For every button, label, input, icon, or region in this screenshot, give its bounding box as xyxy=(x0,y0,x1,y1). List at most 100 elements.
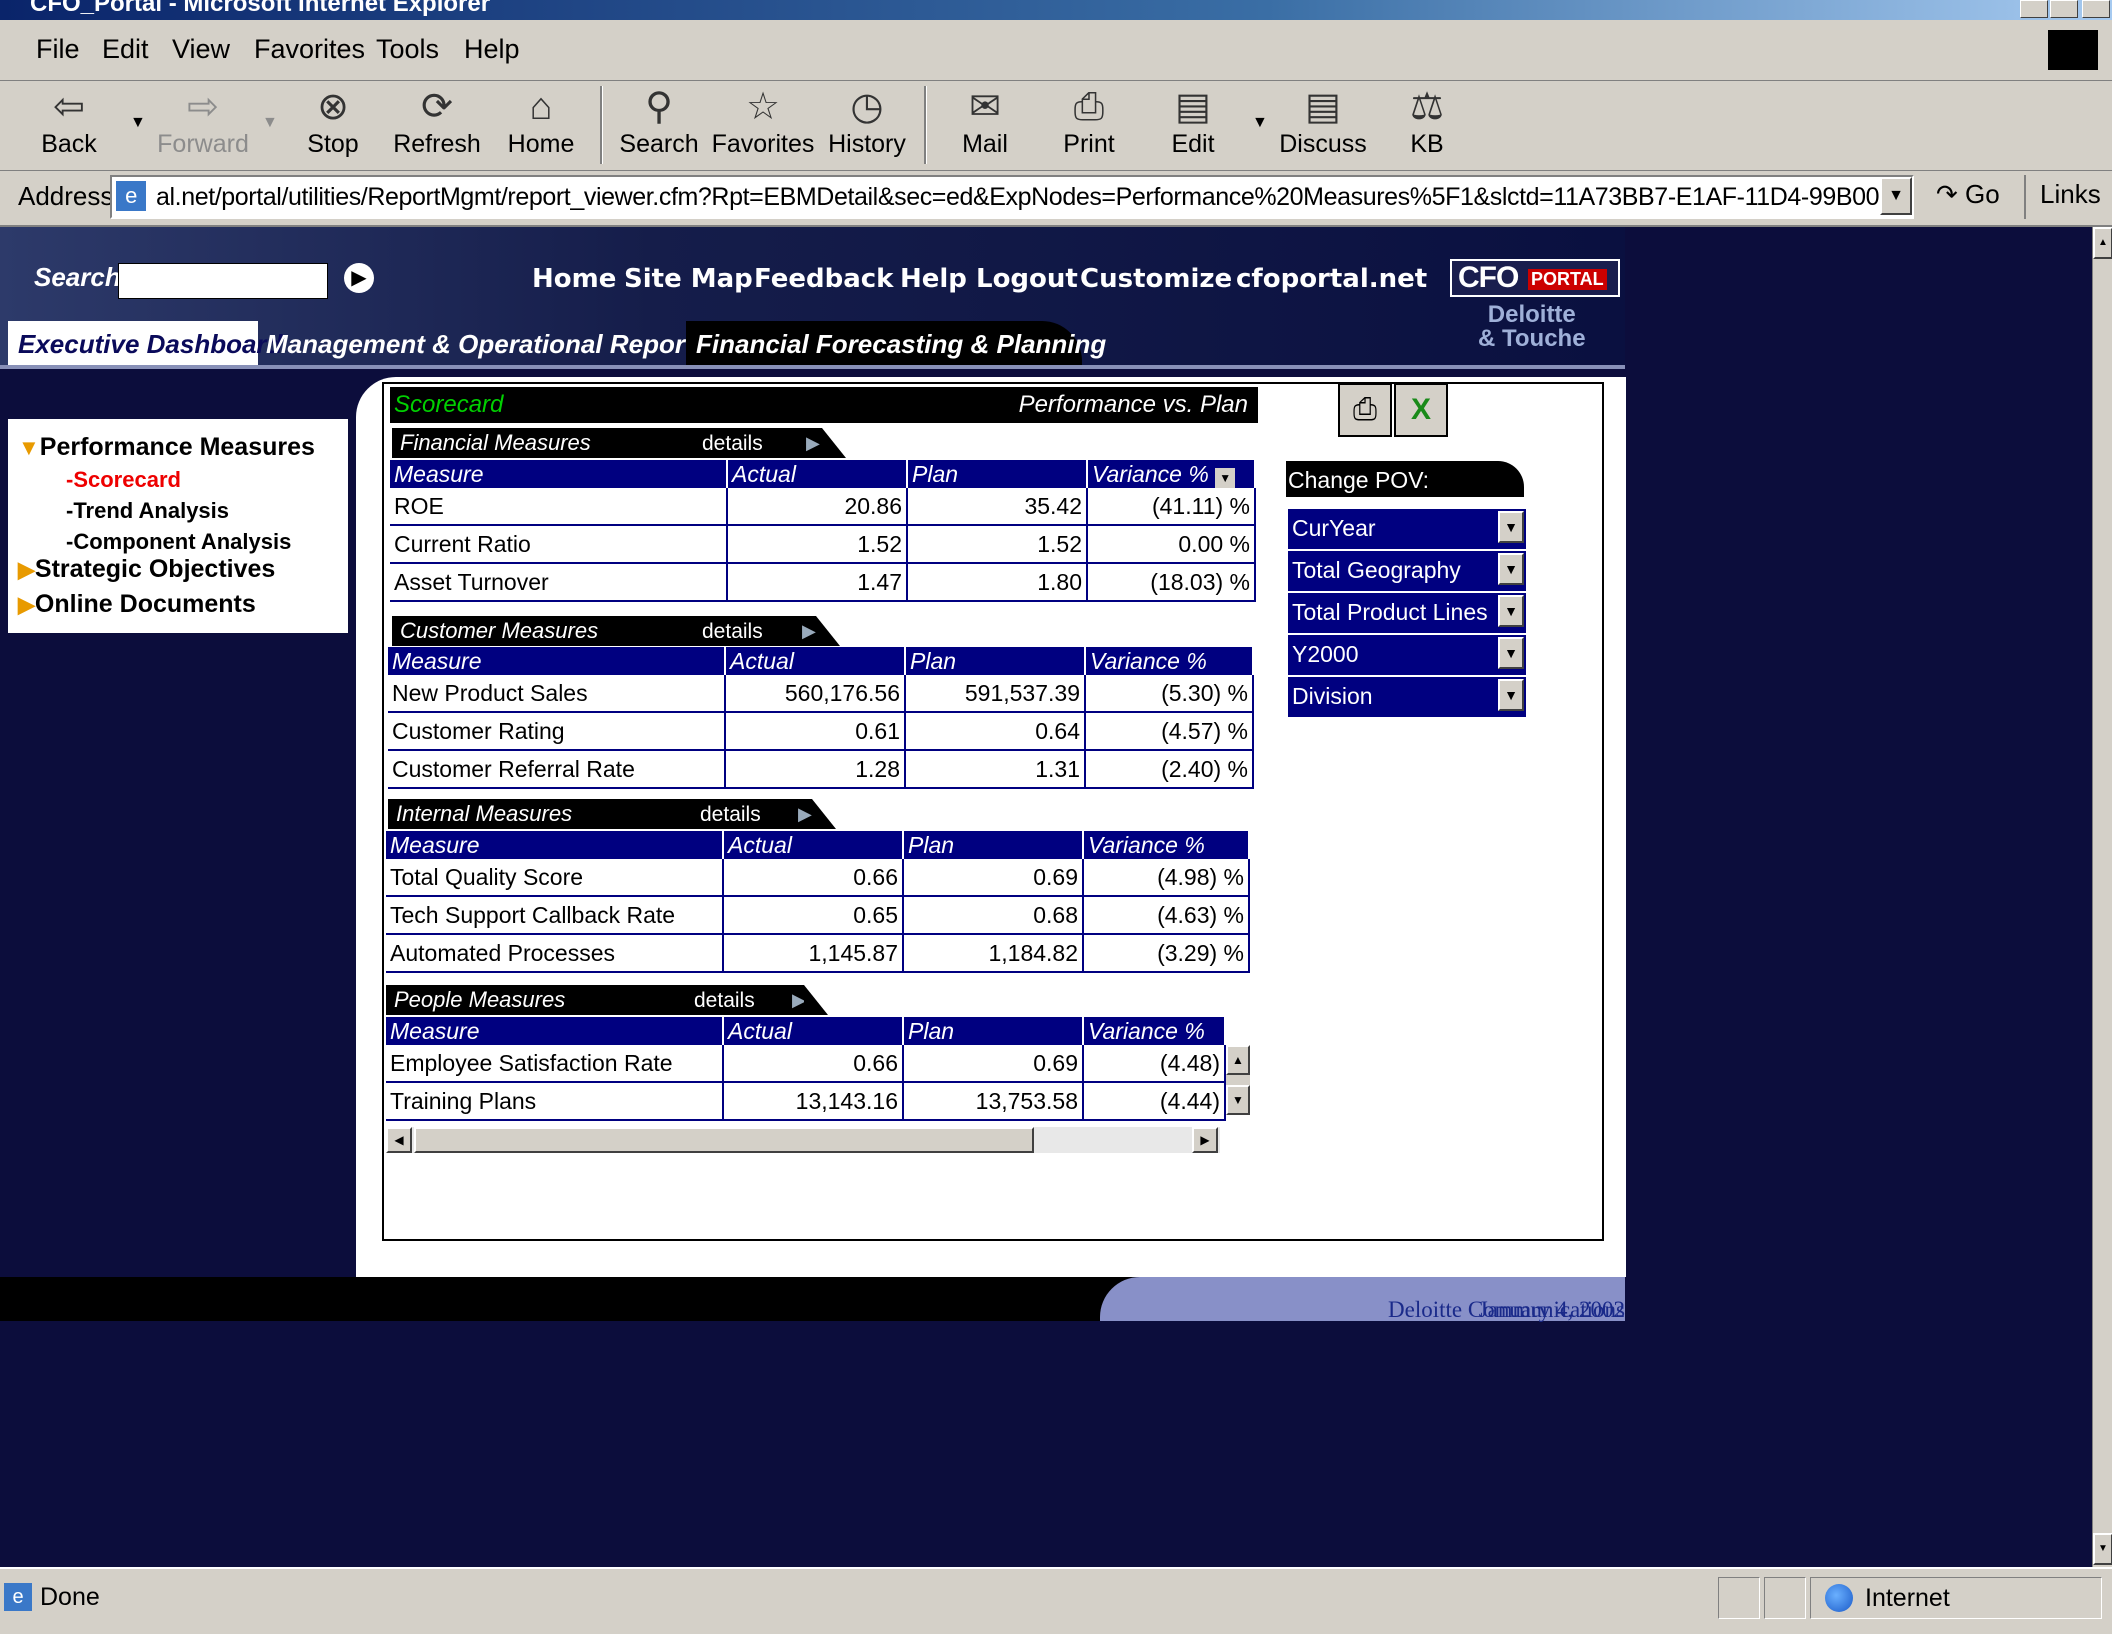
mail-button[interactable]: ✉ Mail xyxy=(930,84,1040,164)
favorites-label: Favorites xyxy=(711,130,815,158)
people-details-link[interactable]: details xyxy=(694,989,755,1013)
links-button[interactable]: Links xyxy=(2040,179,2101,210)
address-input[interactable]: e al.net/portal/utilities/ReportMgmt/rep… xyxy=(110,175,1914,219)
menu-view[interactable]: View xyxy=(172,34,230,65)
edit-button[interactable]: ▤ Edit xyxy=(1138,84,1248,164)
measure-cell[interactable]: Tech Support Callback Rate xyxy=(386,896,724,935)
pov-select-division[interactable]: Division ▼ xyxy=(1286,675,1528,719)
pov-select-geography[interactable]: Total Geography ▼ xyxy=(1286,549,1528,593)
measure-cell[interactable]: Total Quality Score xyxy=(386,859,724,897)
sidebar-item-scorecard[interactable]: -Scorecard xyxy=(66,467,181,493)
pov-select-year[interactable]: CurYear ▼ xyxy=(1286,507,1528,551)
close-button[interactable] xyxy=(2082,0,2110,18)
column-dropdown-icon[interactable]: ▼ xyxy=(1215,467,1236,488)
ie-page-icon: e xyxy=(116,181,146,211)
status-text: Done xyxy=(40,1583,100,1611)
menu-edit[interactable]: Edit xyxy=(102,34,149,65)
menu-favorites[interactable]: Favorites xyxy=(254,34,365,65)
measure-cell[interactable]: Customer Rating xyxy=(388,712,726,751)
tab-management-reporting[interactable]: Management & Operational Reporting xyxy=(256,321,757,367)
sidebar-item-component[interactable]: -Component Analysis xyxy=(66,529,291,555)
stop-button[interactable]: ⊗ Stop xyxy=(278,84,388,164)
details-arrow-icon[interactable]: ▶ xyxy=(802,621,816,642)
dropdown-arrow-icon[interactable]: ▼ xyxy=(1498,679,1524,711)
menu-tools[interactable]: Tools xyxy=(376,34,439,65)
favorites-button[interactable]: ☆ Favorites xyxy=(708,84,818,164)
history-button[interactable]: ◷ History xyxy=(812,84,922,164)
minimize-button[interactable] xyxy=(2020,0,2048,18)
table-horizontal-scrollbar[interactable]: ◀ ▶ xyxy=(386,1127,1220,1153)
print-button[interactable]: ⎙ Print xyxy=(1034,84,1144,164)
dropdown-arrow-icon[interactable]: ▼ xyxy=(1498,553,1524,585)
forward-dropdown-icon[interactable]: ▼ xyxy=(262,114,278,132)
pov-select-scenario[interactable]: Y2000 ▼ xyxy=(1286,633,1528,677)
nav-feedback[interactable]: Feedback xyxy=(754,264,893,294)
measure-cell[interactable]: Employee Satisfaction Rate xyxy=(386,1045,724,1083)
measure-cell[interactable]: Current Ratio xyxy=(390,525,728,564)
collapsed-triangle-icon: ▶ xyxy=(18,592,35,617)
nav-site-map[interactable]: Site Map xyxy=(624,264,753,294)
sidebar-item-strategic[interactable]: ▶Strategic Objectives xyxy=(18,555,275,584)
back-button[interactable]: ⇦ Back xyxy=(14,84,124,164)
tab-financial-forecasting[interactable]: Financial Forecasting & Planning xyxy=(686,321,1106,367)
tab-executive-dashboard[interactable]: Executive Dashboard xyxy=(8,321,282,367)
page-scroll-down-icon[interactable]: ▼ xyxy=(2093,1533,2112,1565)
nav-customize[interactable]: Customize xyxy=(1080,264,1232,294)
pov-select-product-lines[interactable]: Total Product Lines ▼ xyxy=(1286,591,1528,635)
measure-cell[interactable]: Training Plans xyxy=(386,1082,724,1121)
nav-logout[interactable]: Logout xyxy=(976,264,1078,294)
search-button[interactable]: ⚲ Search xyxy=(604,84,714,164)
internal-details-link[interactable]: details xyxy=(700,803,761,827)
sidebar-item-performance[interactable]: ▼Performance Measures xyxy=(18,433,315,462)
back-dropdown-icon[interactable]: ▼ xyxy=(130,114,146,132)
page-vertical-scrollbar[interactable]: ▲ ▼ xyxy=(2092,227,2112,1567)
table-vertical-scrollbar[interactable]: ▲ ▼ xyxy=(1226,1045,1250,1115)
address-dropdown-icon[interactable]: ▼ xyxy=(1880,177,1912,215)
financial-table: Measure Actual Plan Variance % ▼ ROE 20.8… xyxy=(390,460,1256,602)
kb-button[interactable]: ⚖ KB xyxy=(1372,84,1482,164)
nav-help[interactable]: Help xyxy=(900,264,967,294)
scroll-up-icon[interactable]: ▲ xyxy=(1226,1045,1250,1075)
discuss-button[interactable]: ▤ Discuss xyxy=(1268,84,1378,164)
menu-help[interactable]: Help xyxy=(464,34,520,65)
stop-label: Stop xyxy=(307,130,359,158)
actual-cell: 0.66 xyxy=(723,1045,904,1083)
sidebar-label: Strategic Objectives xyxy=(34,555,276,583)
measure-cell[interactable]: Automated Processes xyxy=(386,934,724,973)
measure-cell[interactable]: ROE xyxy=(390,488,728,526)
nav-cfoportal[interactable]: cfoportal.net xyxy=(1236,264,1427,294)
details-arrow-icon[interactable]: ▶ xyxy=(806,433,820,454)
dropdown-arrow-icon[interactable]: ▼ xyxy=(1498,511,1524,543)
portal-search-input[interactable] xyxy=(118,263,328,299)
forward-button[interactable]: ⇨ Forward xyxy=(148,84,258,164)
sidebar-item-online[interactable]: ▶Online Documents xyxy=(18,590,256,619)
page-scroll-up-icon[interactable]: ▲ xyxy=(2093,227,2112,259)
dropdown-arrow-icon[interactable]: ▼ xyxy=(1498,637,1524,669)
menu-file[interactable]: File xyxy=(36,34,80,65)
go-button[interactable]: ↷ Go xyxy=(1936,179,2000,210)
details-arrow-icon[interactable]: ▶ xyxy=(798,804,812,825)
customer-details-link[interactable]: details xyxy=(702,620,763,644)
sidebar-item-trend[interactable]: -Trend Analysis xyxy=(66,498,229,524)
measure-cell[interactable]: Customer Referral Rate xyxy=(388,750,726,789)
details-arrow-icon[interactable]: ▶ xyxy=(792,990,806,1011)
scroll-down-icon[interactable]: ▼ xyxy=(1226,1085,1250,1115)
print-report-icon[interactable]: ⎙ xyxy=(1338,383,1392,437)
scroll-thumb[interactable] xyxy=(414,1127,1034,1153)
pov-title-label: Change POV: xyxy=(1288,467,1430,493)
cfo-portal-logo: CFO PORTAL xyxy=(1450,259,1620,297)
nav-home[interactable]: Home xyxy=(532,264,616,294)
measure-cell[interactable]: New Product Sales xyxy=(388,675,726,713)
maximize-button[interactable] xyxy=(2050,0,2078,18)
home-button[interactable]: ⌂ Home xyxy=(486,84,596,164)
search-go-icon[interactable]: ▶ xyxy=(344,263,374,293)
edit-dropdown-icon[interactable]: ▼ xyxy=(1252,114,1268,132)
measure-cell[interactable]: Asset Turnover xyxy=(390,563,728,602)
financial-details-link[interactable]: details xyxy=(702,432,763,456)
internal-section-header: Internal Measures details ▶ xyxy=(388,799,836,829)
refresh-button[interactable]: ⟳ Refresh xyxy=(382,84,492,164)
dropdown-arrow-icon[interactable]: ▼ xyxy=(1498,595,1524,627)
scroll-left-icon[interactable]: ◀ xyxy=(386,1127,412,1153)
scroll-right-icon[interactable]: ▶ xyxy=(1192,1127,1218,1153)
excel-export-icon[interactable]: X xyxy=(1394,383,1448,437)
